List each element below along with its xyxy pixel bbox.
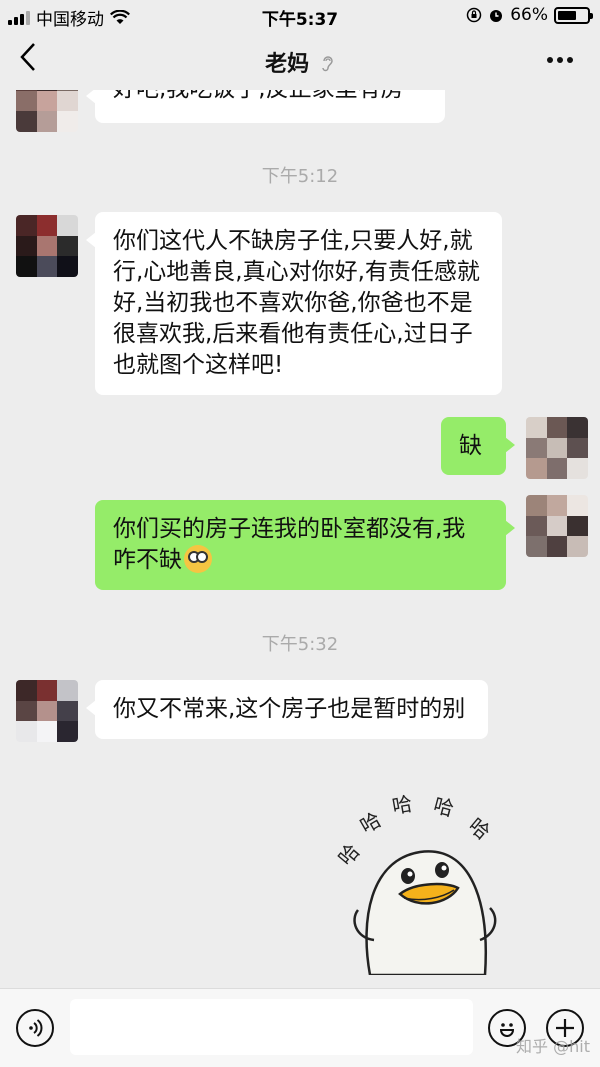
avatar-tile [546, 536, 568, 557]
my-avatar[interactable] [526, 417, 588, 479]
avatar-tile [526, 417, 547, 438]
message-bubble[interactable]: 你们这代人不缺房子住,只要人好,就行,心地善良,真心对你好,有责任感就好,当初我… [86, 212, 502, 395]
avatar-tile [546, 417, 568, 438]
input-bar: 知乎 @hit [0, 988, 600, 1067]
avatar-tile [567, 495, 588, 516]
avatar-tile [36, 215, 58, 236]
contact-avatar[interactable] [16, 215, 78, 277]
message-text: 你们这代人不缺房子住,只要人好,就行,心地善良,真心对你好,有责任感就好,当初我… [113, 228, 480, 378]
avatar-tile [16, 235, 37, 257]
sticker-char: 哈 [356, 807, 385, 838]
avatar-tile [36, 235, 58, 257]
avatar-tile [526, 515, 547, 537]
my-avatar[interactable] [526, 495, 588, 557]
alarm-icon [490, 10, 503, 22]
status-bar: 中国移动 下午5:37 66% [0, 0, 600, 30]
avatar-tile [567, 458, 588, 479]
avatar-tile [57, 721, 78, 742]
more-options-button[interactable] [546, 42, 574, 70]
avatar-tile [57, 111, 78, 132]
contact-name: 老妈 [265, 52, 310, 77]
avatar-tile [36, 90, 58, 112]
sticker-char: 哈 [464, 813, 495, 844]
message-text: 好吧,我吃饭了,反正家里有房 [113, 90, 404, 102]
avatar-tile [567, 536, 588, 557]
orientation-lock-icon [466, 7, 482, 23]
message-input[interactable] [70, 999, 473, 1055]
avatar-tile [16, 111, 37, 132]
avatar-tile [567, 437, 588, 459]
message-bubble[interactable]: 好吧,我吃饭了,反正家里有房 [86, 90, 445, 123]
avatar-tile [57, 680, 78, 701]
avatar-tile [546, 458, 568, 479]
sticker-char: 哈 [333, 839, 364, 870]
avatar-tile [57, 256, 78, 277]
message-bubble-sent[interactable]: 你们买的房子连我的卧室都没有,我咋不缺 [95, 500, 515, 590]
avatar-tile [16, 680, 37, 701]
more-icon [547, 57, 573, 63]
avatar-tile [16, 215, 37, 236]
avatar-tile [57, 215, 78, 236]
battery-percent: 66% [510, 5, 548, 25]
contact-avatar[interactable] [16, 680, 78, 742]
message-text: 缺 [459, 433, 482, 459]
avatar-tile [16, 90, 37, 112]
chat-title: 老妈 [0, 46, 600, 78]
avatar-tile [16, 721, 37, 742]
avatar-tile [57, 700, 78, 722]
message-bubble[interactable]: 你又不常来,这个房子也是暂时的别 [86, 680, 488, 739]
avatar-tile [36, 256, 58, 277]
sticker-char: 哈 [431, 793, 457, 821]
avatar-tile [526, 458, 547, 479]
avatar-tile [526, 437, 547, 459]
battery-icon [554, 6, 593, 24]
avatar-tile [567, 417, 588, 438]
timestamp: 下午5:12 [261, 166, 339, 187]
avatar-tile [36, 721, 58, 742]
avatar-tile [546, 437, 568, 459]
voice-icon [29, 1019, 43, 1037]
contact-avatar[interactable] [16, 90, 78, 132]
status-right: 66% [466, 5, 593, 25]
avatar-tile [57, 235, 78, 257]
avatar-tile [36, 700, 58, 722]
message-list[interactable]: 好吧,我吃饭了,反正家里有房 下午5:12 你们这代人不缺房子住,只要人好,就行… [0, 90, 600, 988]
avatar-tile [546, 515, 568, 537]
message-text: 你们买的房子连我的卧室都没有,我咋不缺 [113, 516, 466, 573]
voice-button[interactable] [16, 1009, 54, 1047]
avatar-tile [546, 495, 568, 516]
chat-header: 老妈 [0, 30, 600, 90]
earpiece-icon [322, 56, 333, 72]
message-bubble-sent[interactable]: 缺 [441, 417, 515, 475]
timestamp: 下午5:32 [261, 634, 339, 655]
avatar-tile [57, 90, 78, 112]
sticker-duck[interactable]: 哈哈哈 哈哈 [330, 790, 510, 975]
avatar-tile [36, 680, 58, 701]
avatar-tile [36, 111, 58, 132]
sticker-char: 哈 [390, 791, 414, 818]
message-text: 你又不常来,这个房子也是暂时的别 [113, 696, 466, 722]
avatar-tile [526, 536, 547, 557]
avatar-tile [16, 700, 37, 722]
battery-fill [558, 10, 577, 20]
avatar-tile [526, 495, 547, 516]
avatar-tile [567, 515, 588, 537]
watermark: 知乎 @hit [516, 1037, 590, 1056]
flushed-emoji-icon [184, 545, 212, 573]
avatar-tile [16, 256, 37, 277]
